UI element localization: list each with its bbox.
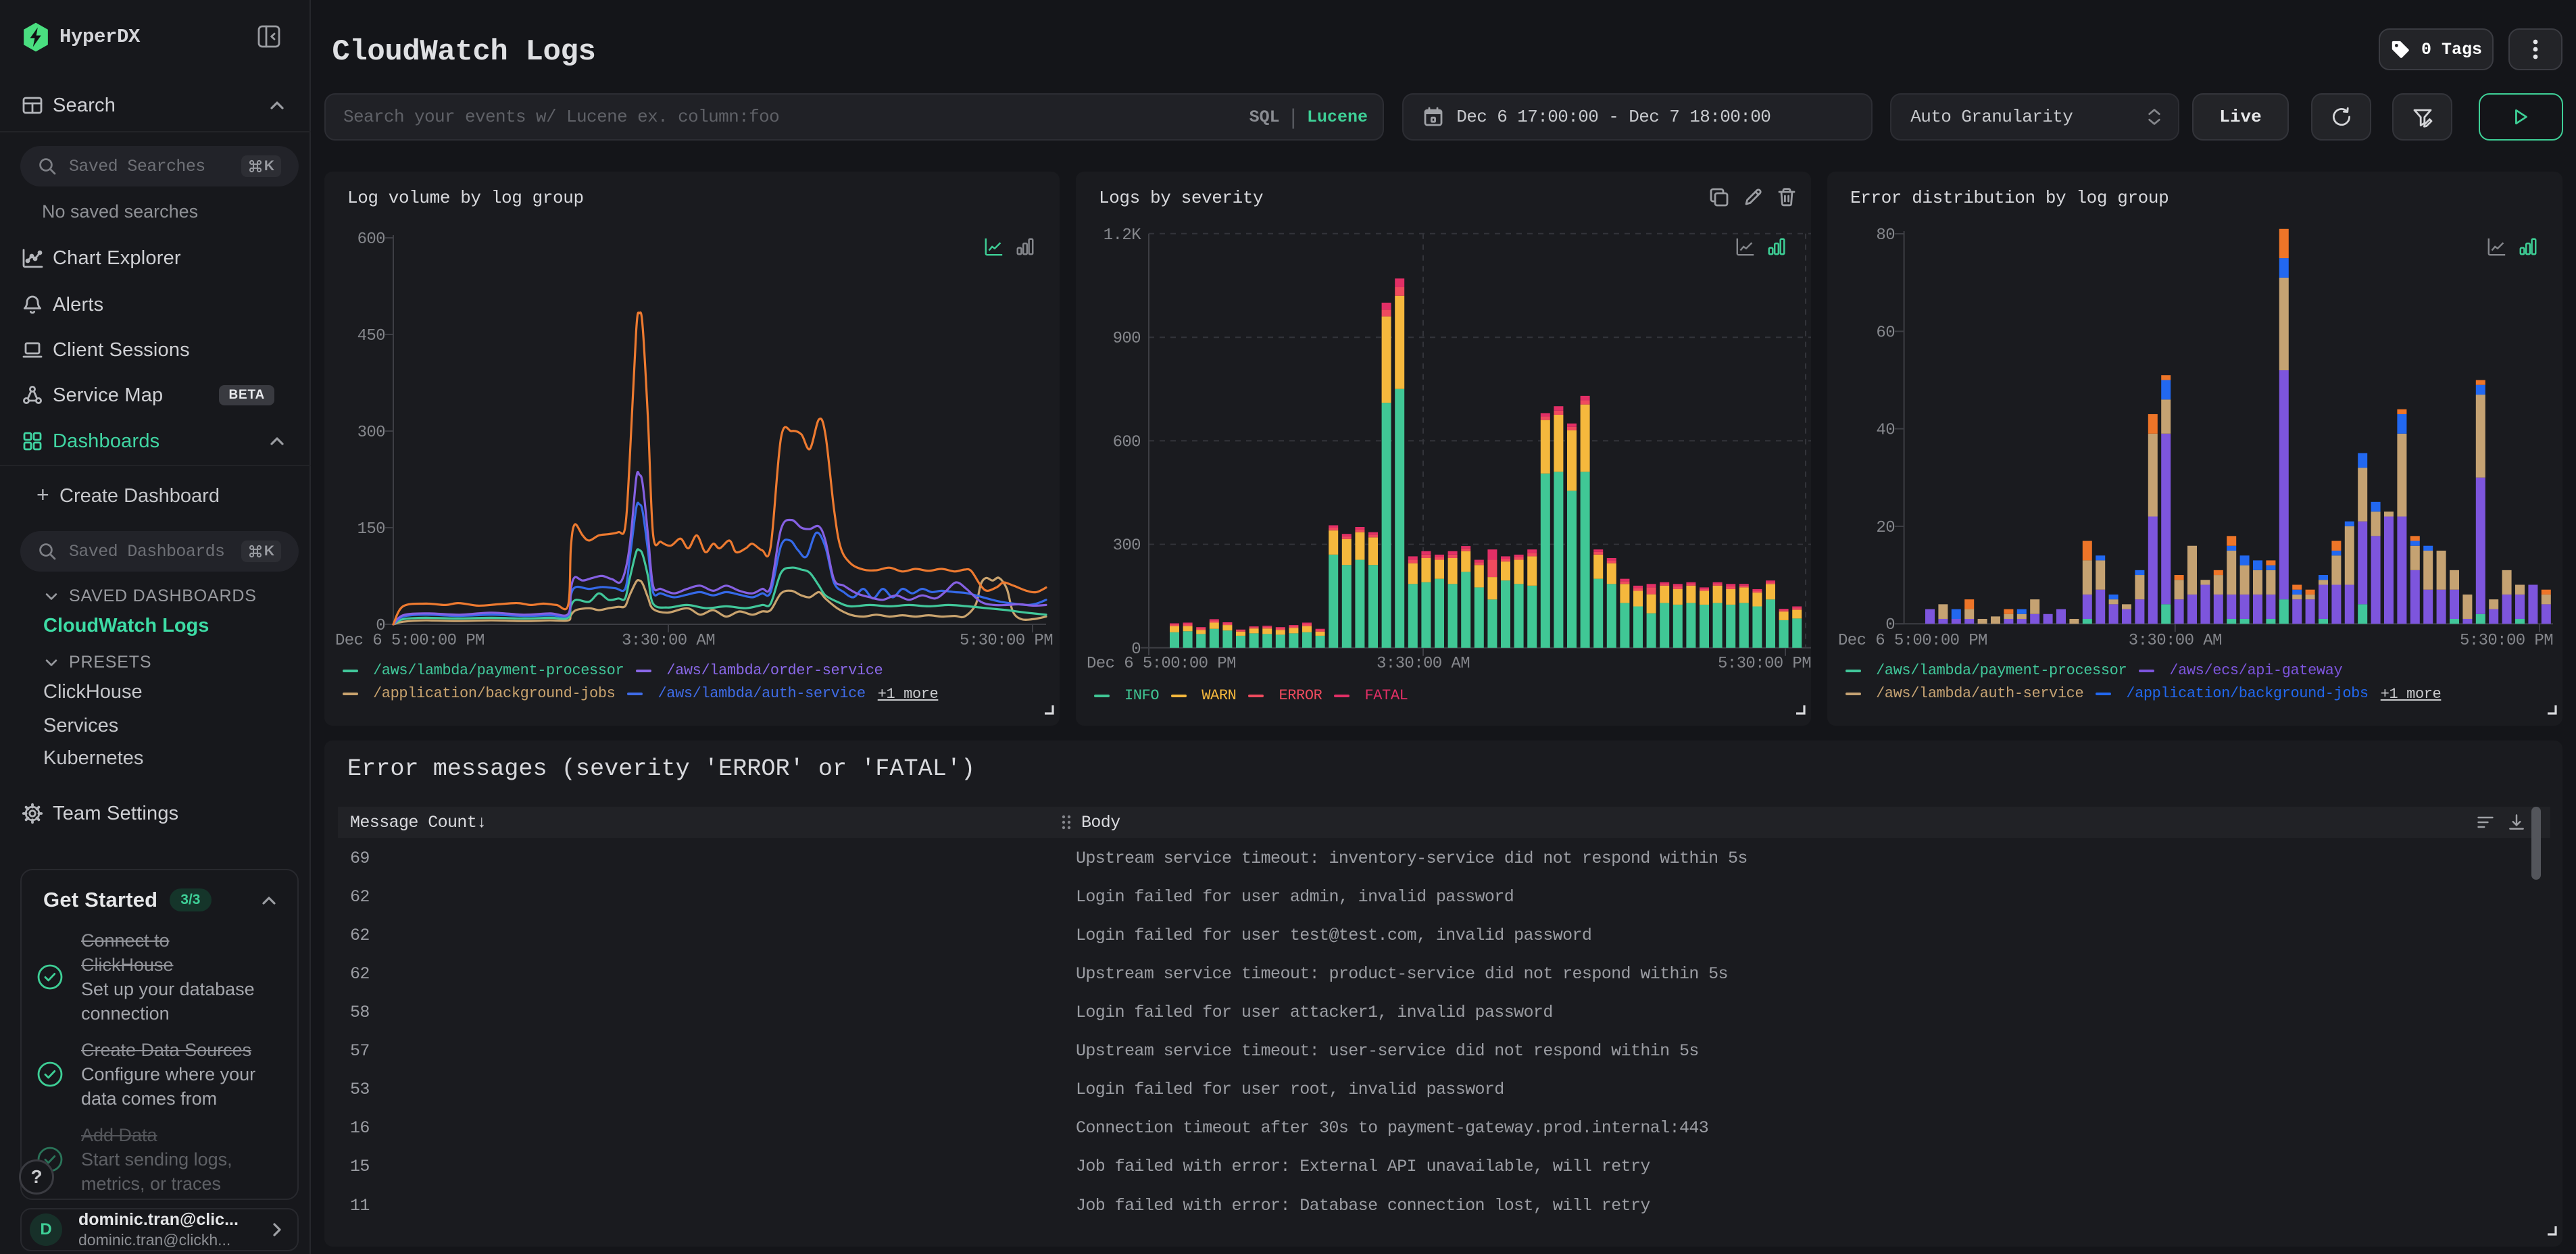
svg-text:300: 300 (1113, 537, 1141, 555)
svg-text:150: 150 (357, 520, 385, 538)
svg-text:5:30:00 PM: 5:30:00 PM (1718, 655, 1811, 673)
svg-text:3:30:00 AM: 3:30:00 AM (1377, 655, 1470, 673)
svg-text:Dec 6 5:00:00 PM: Dec 6 5:00:00 PM (1838, 632, 1987, 650)
svg-text:40: 40 (1876, 422, 1895, 440)
svg-text:60: 60 (1876, 324, 1895, 342)
svg-text:300: 300 (357, 424, 385, 442)
svg-text:20: 20 (1876, 519, 1895, 537)
svg-text:Dec 6 5:00:00 PM: Dec 6 5:00:00 PM (1087, 655, 1236, 673)
svg-text:5:30:00 PM: 5:30:00 PM (2460, 632, 2553, 650)
svg-text:80: 80 (1876, 226, 1895, 245)
svg-text:Dec 6 5:00:00 PM: Dec 6 5:00:00 PM (335, 632, 485, 650)
svg-text:600: 600 (357, 230, 385, 249)
svg-text:5:30:00 PM: 5:30:00 PM (960, 632, 1053, 650)
svg-text:3:30:00 AM: 3:30:00 AM (622, 632, 715, 650)
svg-text:3:30:00 AM: 3:30:00 AM (2129, 632, 2222, 650)
svg-text:450: 450 (357, 327, 385, 345)
svg-text:1.2K: 1.2K (1104, 226, 1141, 245)
svg-text:600: 600 (1113, 433, 1141, 451)
svg-text:900: 900 (1113, 330, 1141, 348)
